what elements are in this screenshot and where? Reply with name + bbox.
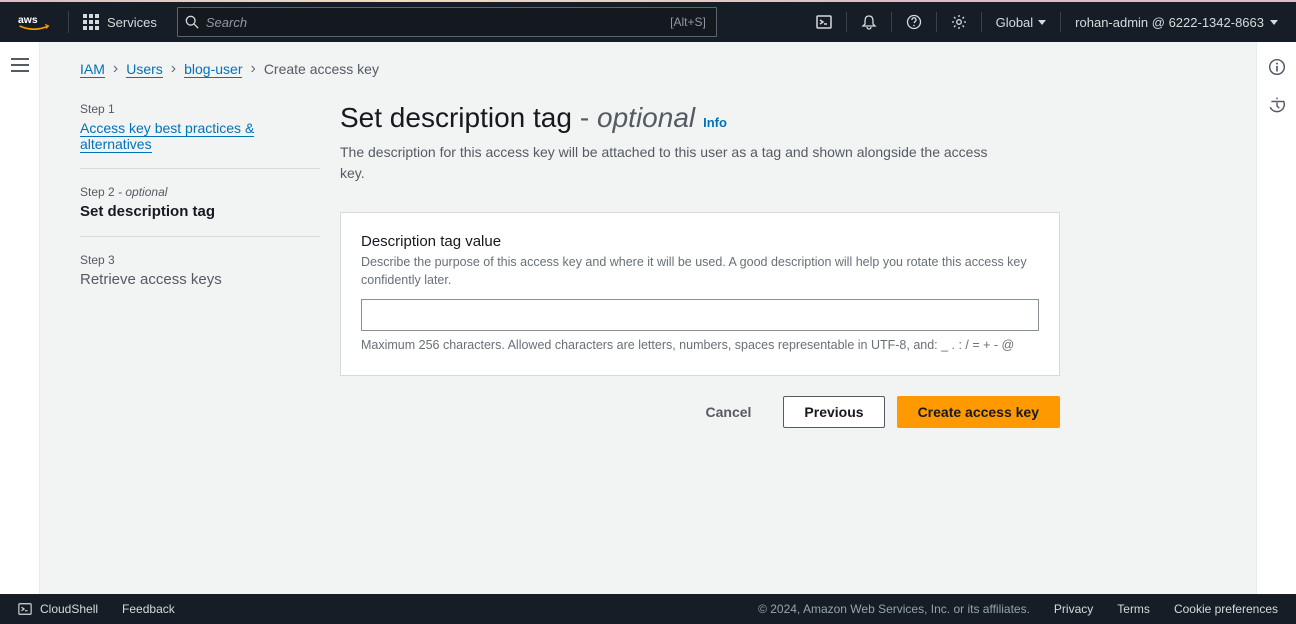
right-tool-rail — [1256, 42, 1296, 594]
step-3-title: Retrieve access keys — [80, 271, 320, 288]
create-access-key-button[interactable]: Create access key — [897, 396, 1060, 428]
hamburger-icon[interactable] — [11, 58, 29, 76]
breadcrumb-current: Create access key — [264, 61, 379, 77]
privacy-link[interactable]: Privacy — [1054, 602, 1093, 616]
left-nav-rail — [0, 42, 40, 594]
search-input[interactable] — [206, 15, 716, 30]
wizard-form: Set description tag - optional Info The … — [340, 102, 1060, 428]
cloudshell-link[interactable]: CloudShell — [18, 602, 98, 616]
breadcrumb: IAM › Users › blog-user › Create access … — [80, 60, 1216, 78]
info-link[interactable]: Info — [703, 115, 727, 131]
settings-icon[interactable] — [937, 2, 981, 42]
user-menu[interactable]: rohan-admin @ 6222-1342-8663 — [1061, 2, 1296, 42]
cookie-preferences-link[interactable]: Cookie preferences — [1174, 602, 1278, 616]
main-content: IAM › Users › blog-user › Create access … — [40, 42, 1256, 594]
feedback-link[interactable]: Feedback — [122, 602, 175, 616]
step-label: Step 1 — [80, 102, 320, 116]
history-icon[interactable] — [1268, 97, 1286, 118]
global-footer: CloudShell Feedback © 2024, Amazon Web S… — [0, 594, 1296, 624]
step-2-title: Set description tag — [80, 203, 320, 220]
breadcrumb-iam[interactable]: IAM — [80, 61, 105, 78]
field-label: Description tag value — [361, 233, 1039, 250]
grid-icon — [83, 14, 99, 30]
breadcrumb-user[interactable]: blog-user — [184, 61, 242, 78]
svg-text:aws: aws — [18, 15, 38, 26]
step-label: Step 3 — [80, 253, 320, 267]
terms-link[interactable]: Terms — [1117, 602, 1150, 616]
copyright: © 2024, Amazon Web Services, Inc. or its… — [758, 602, 1030, 616]
description-input[interactable] — [361, 299, 1039, 331]
search-icon — [178, 15, 206, 29]
page-description: The description for this access key will… — [340, 142, 1000, 184]
chevron-right-icon: › — [171, 60, 176, 78]
cloudshell-icon[interactable] — [802, 2, 846, 42]
global-search[interactable]: [Alt+S] — [177, 7, 717, 37]
aws-logo[interactable]: aws — [0, 12, 68, 32]
chevron-right-icon: › — [113, 60, 118, 78]
chevron-right-icon: › — [250, 60, 255, 78]
step-label: Step 2 - optional — [80, 185, 320, 199]
field-hint: Maximum 256 characters. Allowed characte… — [361, 337, 1039, 355]
caret-down-icon — [1038, 20, 1046, 25]
breadcrumb-users[interactable]: Users — [126, 61, 163, 78]
description-panel: Description tag value Describe the purpo… — [340, 212, 1060, 376]
step-1: Step 1 Access key best practices & alter… — [80, 102, 320, 168]
cancel-button[interactable]: Cancel — [686, 396, 772, 428]
user-label: rohan-admin @ 6222-1342-8663 — [1075, 15, 1264, 30]
wizard-actions: Cancel Previous Create access key — [340, 396, 1060, 428]
step-1-link[interactable]: Access key best practices & alternatives — [80, 120, 254, 153]
region-selector[interactable]: Global — [982, 2, 1061, 42]
caret-down-icon — [1270, 20, 1278, 25]
cloudshell-label: CloudShell — [40, 602, 98, 616]
info-panel-icon[interactable] — [1268, 58, 1286, 79]
wizard-steps: Step 1 Access key best practices & alter… — [80, 102, 340, 428]
global-header: aws Services [Alt+S] Global — [0, 2, 1296, 42]
search-shortcut: [Alt+S] — [670, 15, 706, 29]
services-label: Services — [107, 15, 157, 30]
services-menu[interactable]: Services — [69, 2, 171, 42]
field-description: Describe the purpose of this access key … — [361, 254, 1039, 289]
step-2: Step 2 - optional Set description tag — [80, 168, 320, 236]
help-icon[interactable] — [892, 2, 936, 42]
page-title: Set description tag - optional Info — [340, 102, 1060, 134]
notifications-icon[interactable] — [847, 2, 891, 42]
previous-button[interactable]: Previous — [783, 396, 884, 428]
step-3: Step 3 Retrieve access keys — [80, 236, 320, 304]
region-label: Global — [996, 15, 1034, 30]
